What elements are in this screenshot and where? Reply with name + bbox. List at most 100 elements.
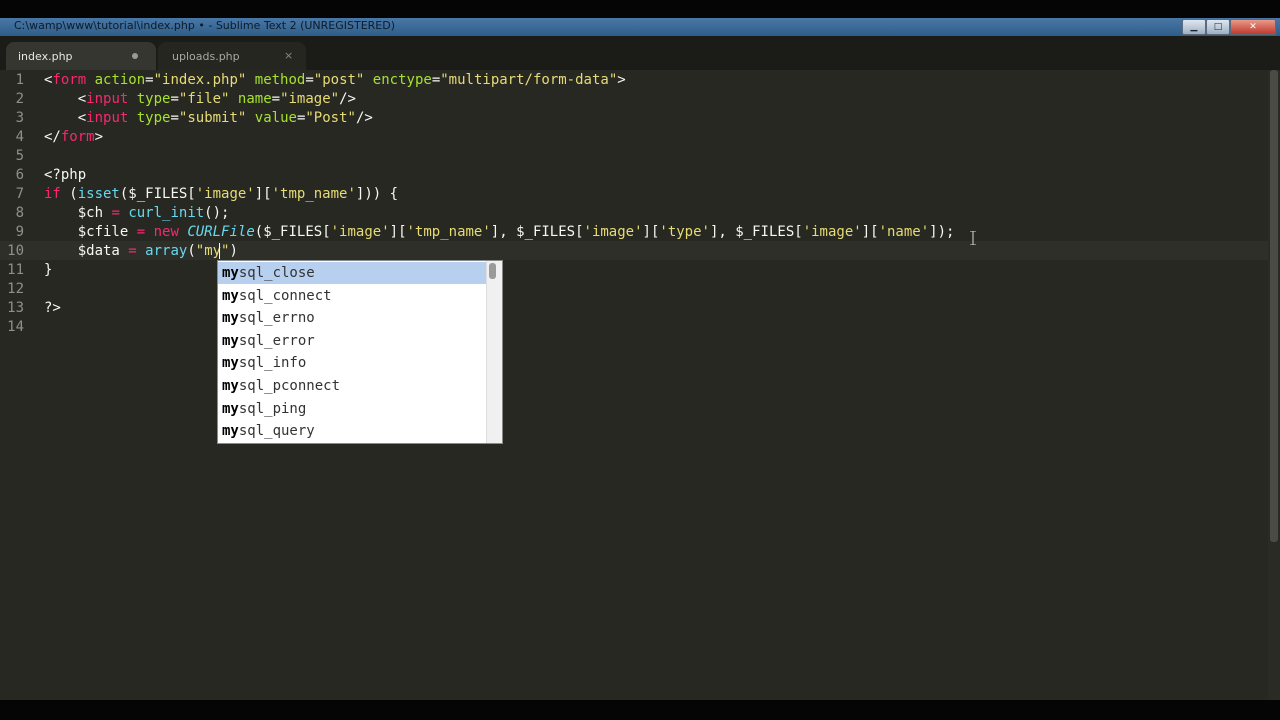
text-cursor xyxy=(219,243,220,259)
editor-scrollbar-thumb[interactable] xyxy=(1270,70,1278,542)
code-token: method xyxy=(254,72,306,88)
tab-index-php[interactable]: index.php xyxy=(6,42,156,70)
code-token: = xyxy=(145,72,154,88)
code-token: = xyxy=(431,72,441,88)
code-token: 'image' xyxy=(802,224,862,240)
code-line[interactable]: $data = array("my") xyxy=(44,242,238,261)
autocomplete-match: my xyxy=(222,355,239,372)
code-token: ], $_FILES[ xyxy=(709,224,803,240)
code-token: type xyxy=(136,110,171,126)
sublime-window: C:\wamp\www\tutorial\index.php • - Subli… xyxy=(0,0,1280,720)
code-token: < xyxy=(44,91,87,107)
line-number: 11 xyxy=(7,262,24,278)
code-line[interactable]: ?> xyxy=(44,299,61,318)
autocomplete-item[interactable]: mysql_pconnect xyxy=(218,375,490,397)
code-token: ?> xyxy=(44,300,61,316)
code-line[interactable]: if (isset($_FILES['image']['tmp_name']))… xyxy=(44,185,398,204)
code-line[interactable]: } xyxy=(44,261,52,280)
code-token: action xyxy=(94,72,146,88)
line-number: 4 xyxy=(15,129,24,145)
code-line[interactable]: <?php xyxy=(44,166,86,185)
autocomplete-rest: sql_pconnect xyxy=(238,378,341,394)
code-token: ][ xyxy=(389,224,407,240)
line-number: 10 xyxy=(7,243,24,259)
code-token: > xyxy=(94,129,104,145)
code-token: 'tmp_name' xyxy=(271,186,356,202)
code-line[interactable]: </form> xyxy=(44,128,103,147)
code-line[interactable]: $ch = curl_init(); xyxy=(44,204,230,223)
code-token: } xyxy=(44,262,53,278)
line-number: 1 xyxy=(15,72,24,88)
code-token: </ xyxy=(44,129,61,145)
code-token: value xyxy=(254,110,297,126)
letterbox-top xyxy=(0,0,1280,18)
code-token: 'image' xyxy=(583,224,643,240)
autocomplete-item[interactable]: mysql_close xyxy=(218,262,490,284)
code-token: array xyxy=(145,243,188,259)
line-number: 3 xyxy=(15,110,24,126)
tab-uploads-php[interactable]: uploads.php × xyxy=(158,42,306,70)
autocomplete-item[interactable]: mysql_ping xyxy=(218,398,490,420)
line-number: 8 xyxy=(15,205,24,221)
autocomplete-item[interactable]: mysql_query xyxy=(218,420,490,442)
code-editor[interactable]: 1 2 3 4 5 6 7 8 9 10 11 12 13 14 <form action="index.… xyxy=(0,70,1280,700)
code-token: isset xyxy=(77,186,120,202)
autocomplete-rest: sql_query xyxy=(238,423,315,440)
autocomplete-popup[interactable]: mysql_close mysql_connect mysql_errno mysql… xyxy=(217,260,503,444)
code-line[interactable]: <input type="submit" value="Post"/> xyxy=(44,109,373,128)
minimize-button[interactable]: ▁ xyxy=(1182,19,1206,35)
code-token: "post" xyxy=(313,72,365,88)
code-token: = xyxy=(128,243,137,259)
code-token: "image" xyxy=(280,91,340,107)
code-token: $cfile xyxy=(44,224,137,240)
code-token: (); xyxy=(204,205,230,221)
letterbox-bottom xyxy=(0,700,1280,720)
code-token: $data xyxy=(44,243,129,259)
code-token: ])) { xyxy=(355,186,399,202)
autocomplete-rest: sql_info xyxy=(238,355,307,372)
tab-close-icon[interactable]: × xyxy=(284,49,293,62)
code-token: type xyxy=(136,91,171,107)
tab-label: uploads.php xyxy=(172,50,240,63)
close-window-button[interactable]: ✕ xyxy=(1230,19,1276,35)
code-token: 'tmp_name' xyxy=(406,224,491,240)
autocomplete-match: my xyxy=(222,400,239,417)
code-token: CURLFile xyxy=(187,224,255,240)
code-token: = xyxy=(136,224,146,240)
code-token: 'type' xyxy=(659,224,710,240)
autocomplete-item[interactable]: mysql_connect xyxy=(218,285,490,307)
autocomplete-scrollbar[interactable] xyxy=(486,261,502,443)
code-token: = xyxy=(271,91,281,107)
code-token: /> xyxy=(339,91,356,107)
code-line[interactable]: <form action="index.php" method="post" e… xyxy=(44,71,626,90)
unsaved-dot-icon[interactable] xyxy=(132,53,138,59)
code-token: "file" xyxy=(178,91,230,107)
code-token: ][ xyxy=(254,186,272,202)
autocomplete-item[interactable]: mysql_info xyxy=(218,352,490,374)
autocomplete-scrollbar-thumb[interactable] xyxy=(489,263,496,279)
code-token: ( xyxy=(187,243,196,259)
line-number: 6 xyxy=(15,167,24,183)
code-token: if xyxy=(44,186,61,202)
autocomplete-item[interactable]: mysql_error xyxy=(218,330,490,352)
code-token: "submit" xyxy=(178,110,247,126)
code-token: form xyxy=(52,72,87,88)
code-token: enctype xyxy=(372,72,432,88)
code-token: = xyxy=(305,72,314,88)
autocomplete-rest: sql_errno xyxy=(238,310,315,327)
autocomplete-match: my xyxy=(222,332,239,349)
code-token: name xyxy=(237,91,272,107)
code-token: "index.php" xyxy=(153,72,247,88)
code-token: input xyxy=(86,110,129,126)
code-line[interactable]: <input type="file" name="image"/> xyxy=(44,90,356,109)
code-line[interactable]: $cfile = new CURLFile($_FILES['image']['… xyxy=(44,223,955,242)
maximize-button[interactable]: □ xyxy=(1206,19,1230,35)
line-number: 9 xyxy=(15,224,24,240)
code-token: ]); xyxy=(929,224,955,240)
autocomplete-item[interactable]: mysql_errno xyxy=(218,307,490,329)
